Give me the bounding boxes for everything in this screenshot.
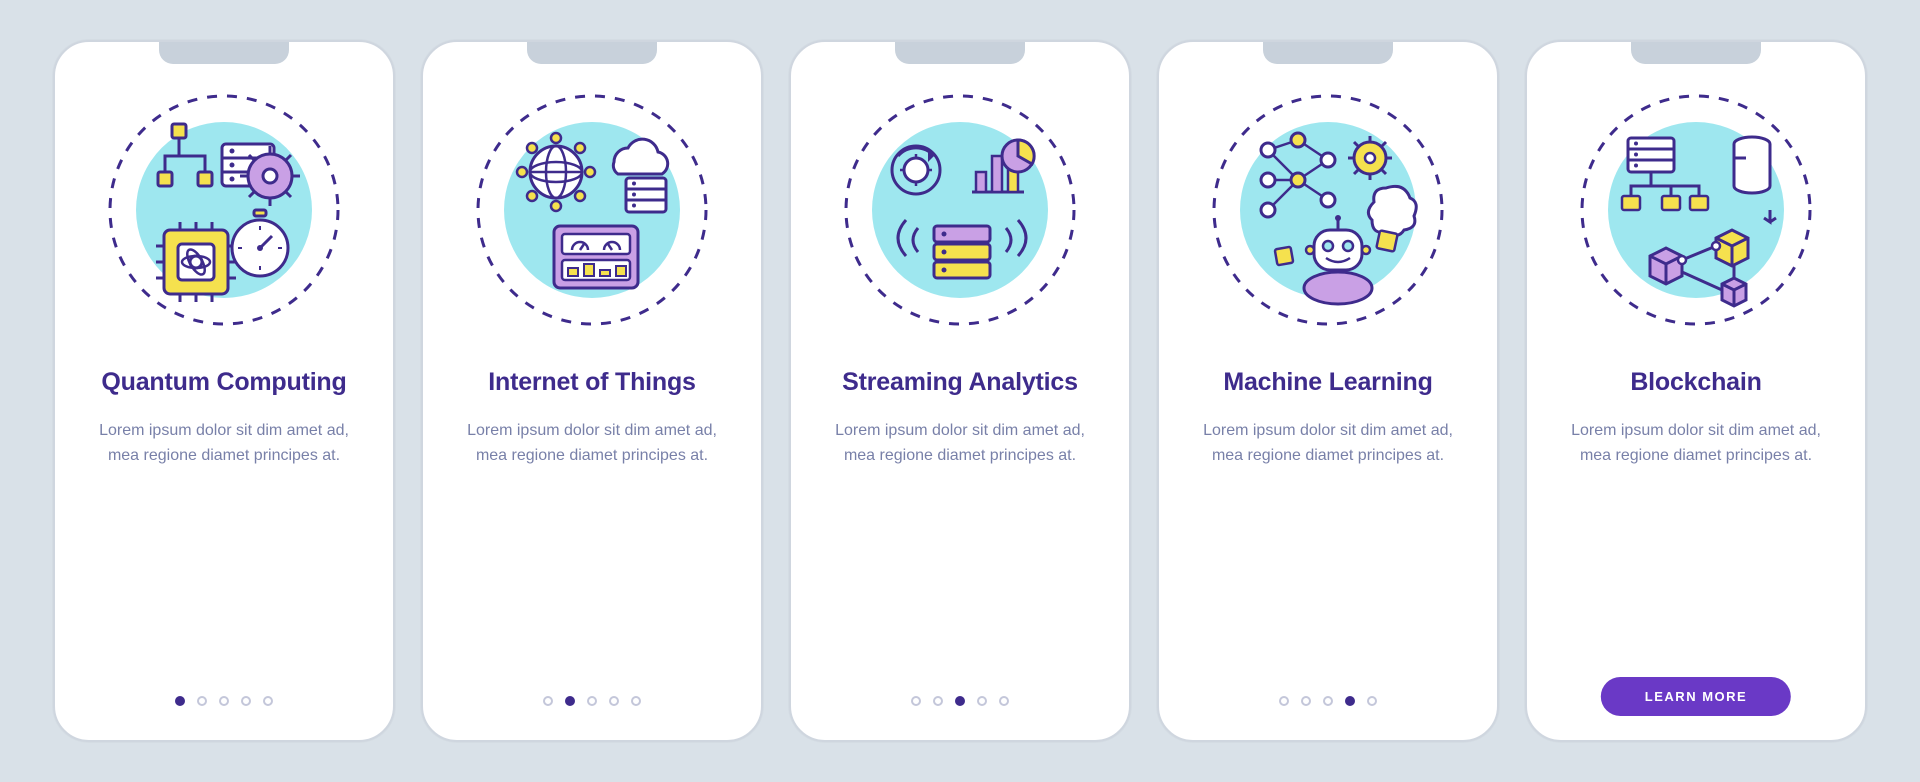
dot[interactable] [175,696,185,706]
page-indicator [55,696,393,706]
dot[interactable] [263,696,273,706]
card-title: Blockchain [1630,368,1761,397]
phone-notch [895,42,1025,64]
card-title: Internet of Things [488,368,696,397]
blockchain-icon [1566,80,1826,340]
page-indicator [1159,696,1497,706]
onboarding-card: Internet of Things Lorem ipsum dolor sit… [421,40,763,742]
dot[interactable] [543,696,553,706]
dot[interactable] [977,696,987,706]
learn-more-button[interactable]: LEARN MORE [1601,677,1791,716]
phone-notch [527,42,657,64]
dot[interactable] [197,696,207,706]
dot[interactable] [911,696,921,706]
dot[interactable] [241,696,251,706]
phone-notch [1263,42,1393,64]
card-description: Lorem ipsum dolor sit dim amet ad, mea r… [830,419,1090,469]
card-title: Quantum Computing [101,368,346,397]
card-title: Machine Learning [1223,368,1432,397]
card-description: Lorem ipsum dolor sit dim amet ad, mea r… [1566,419,1826,469]
dot[interactable] [565,696,575,706]
phone-notch [159,42,289,64]
dot[interactable] [999,696,1009,706]
dot[interactable] [609,696,619,706]
iot-icon [462,80,722,340]
page-indicator [423,696,761,706]
dot[interactable] [1301,696,1311,706]
card-description: Lorem ipsum dolor sit dim amet ad, mea r… [1198,419,1458,469]
card-description: Lorem ipsum dolor sit dim amet ad, mea r… [94,419,354,469]
page-indicator [791,696,1129,706]
quantum-computing-icon [94,80,354,340]
streaming-analytics-icon [830,80,1090,340]
onboarding-card: Blockchain Lorem ipsum dolor sit dim ame… [1525,40,1867,742]
onboarding-card: Machine Learning Lorem ipsum dolor sit d… [1157,40,1499,742]
dot[interactable] [933,696,943,706]
dot[interactable] [219,696,229,706]
dot[interactable] [631,696,641,706]
card-title: Streaming Analytics [842,368,1078,397]
onboarding-card: Quantum Computing Lorem ipsum dolor sit … [53,40,395,742]
dot[interactable] [955,696,965,706]
dot[interactable] [1345,696,1355,706]
onboarding-carousel: Quantum Computing Lorem ipsum dolor sit … [0,0,1920,782]
dot[interactable] [1367,696,1377,706]
onboarding-card: Streaming Analytics Lorem ipsum dolor si… [789,40,1131,742]
dot[interactable] [1279,696,1289,706]
card-description: Lorem ipsum dolor sit dim amet ad, mea r… [462,419,722,469]
dot[interactable] [1323,696,1333,706]
machine-learning-icon [1198,80,1458,340]
phone-notch [1631,42,1761,64]
dot[interactable] [587,696,597,706]
